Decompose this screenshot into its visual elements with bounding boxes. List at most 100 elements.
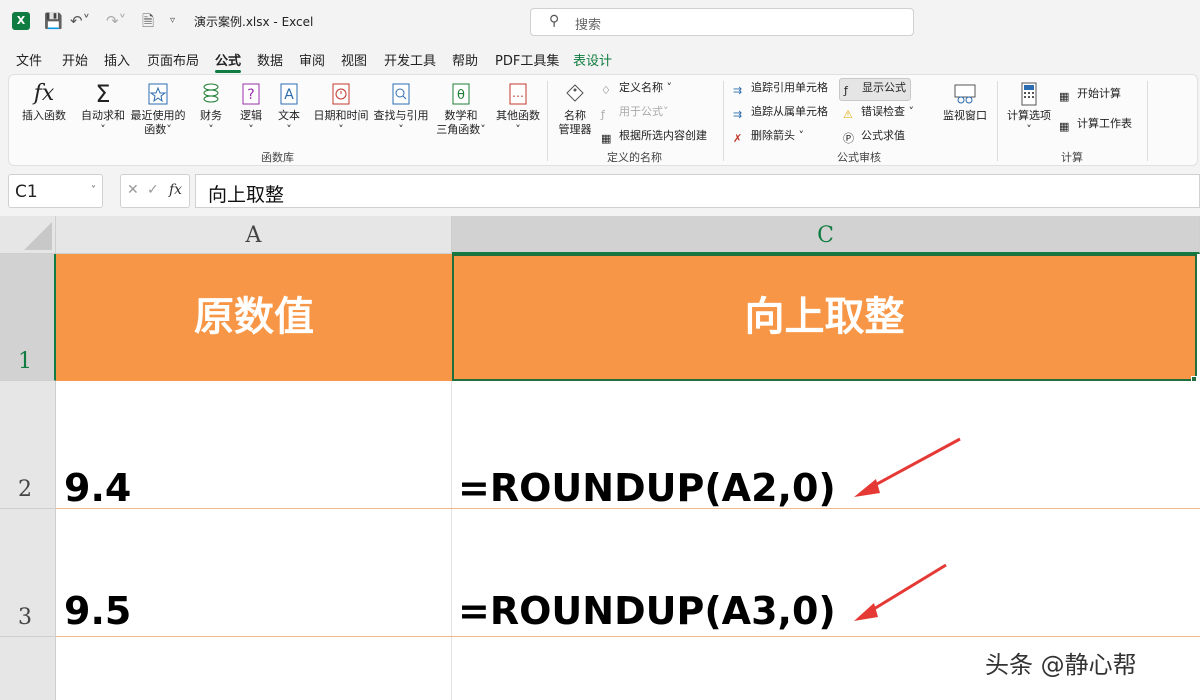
text-button[interactable]: A 文本 ˅	[271, 81, 307, 137]
calculation-options-button[interactable]: 计算选项 ˅	[1003, 81, 1055, 137]
financial-button[interactable]: 财务 ˅	[193, 81, 229, 137]
insert-function-label: 插入函数	[22, 109, 66, 122]
trace-precedents-button[interactable]: ⇉ 追踪引用单元格	[733, 81, 828, 98]
cell-c2[interactable]: =ROUNDUP(A2,0)	[458, 466, 836, 510]
calculate-sheet-button[interactable]: ▦ 计算工作表	[1059, 117, 1132, 134]
spreadsheet-grid[interactable]: A C 1 2 3 原数值 向上取整 9.4 =ROUNDUP(A2,0) 9.…	[0, 216, 1200, 700]
menu-file[interactable]: 文件	[16, 50, 42, 69]
column-header-c[interactable]: C	[452, 216, 1200, 254]
search-box[interactable]: ⚲ 搜索	[530, 8, 914, 36]
error-checking-label: 错误检查	[861, 105, 905, 118]
trace-dependents-label: 追踪从属单元格	[751, 105, 828, 118]
menu-developer[interactable]: 开发工具	[384, 50, 436, 69]
fx-small-icon: ƒ	[601, 108, 605, 121]
trace-precedents-label: 追踪引用单元格	[751, 81, 828, 94]
calculate-now-button[interactable]: ▦ 开始计算	[1059, 87, 1121, 104]
evaluate-formula-icon: Ⓟ	[843, 132, 854, 145]
math-trig-label-2: 三角函数	[436, 123, 481, 136]
math-trig-label: 数学和	[444, 109, 478, 122]
svg-text:θ: θ	[457, 88, 465, 103]
calculate-now-label: 开始计算	[1077, 87, 1121, 100]
date-time-button[interactable]: 日期和时间 ˅	[309, 81, 373, 137]
cell-a1[interactable]: 原数值	[56, 254, 452, 381]
menu-table-design[interactable]: 表设计	[573, 50, 612, 69]
select-all-button[interactable]	[0, 216, 56, 254]
cell-a2[interactable]: 9.4	[64, 466, 131, 510]
ribbon-separator	[1147, 81, 1148, 161]
insert-function-button[interactable]: fx 插入函数	[17, 81, 71, 123]
row-header-2[interactable]: 2	[0, 381, 56, 509]
menu-home[interactable]: 开始	[62, 50, 88, 69]
autosum-button[interactable]: Σ 自动求和 ˅	[77, 81, 129, 137]
search-placeholder: 搜索	[575, 18, 602, 33]
remove-arrows-button[interactable]: ✗ 删除箭头 ˅	[733, 129, 804, 146]
error-checking-button[interactable]: ⚠ 错误检查 ˅	[843, 105, 914, 122]
menu-formulas[interactable]: 公式	[215, 50, 241, 69]
name-manager-label-2: 管理器	[558, 123, 592, 136]
menu-review[interactable]: 审阅	[299, 50, 325, 69]
name-box[interactable]: C1 ˅	[8, 174, 103, 208]
lookup-reference-button[interactable]: 查找与引用 ˅	[371, 81, 431, 137]
financial-label: 财务	[200, 109, 222, 122]
undo-icon[interactable]: ↶˅	[70, 12, 90, 30]
logical-button[interactable]: ? 逻辑 ˅	[233, 81, 269, 137]
warning-icon: ⚠	[843, 108, 853, 121]
show-formulas-label: 显示公式	[862, 81, 906, 94]
more-functions-button[interactable]: … 其他函数 ˅	[491, 81, 545, 137]
evaluate-formula-button[interactable]: Ⓟ 公式求值	[843, 129, 905, 146]
calculator-small-icon: ▦	[1059, 90, 1070, 103]
annotation-arrow-icon	[854, 563, 947, 621]
svg-text:…: …	[512, 86, 524, 100]
question-book-icon: ?	[242, 83, 260, 105]
create-from-selection-label: 根据所选内容创建	[619, 129, 707, 142]
create-from-selection-button[interactable]: ▦ 根据所选内容创建	[601, 129, 707, 146]
row-header-1[interactable]: 1	[0, 254, 56, 381]
document-icon[interactable]: 🗎	[142, 12, 154, 30]
customize-quick-access-icon[interactable]: ▿	[170, 12, 175, 30]
trace-dependents-button[interactable]: ⇉ 追踪从属单元格	[733, 105, 828, 122]
column-header-a[interactable]: A	[56, 216, 452, 254]
use-in-formula-button[interactable]: ƒ 用于公式˅	[601, 105, 669, 122]
menu-page-layout[interactable]: 页面布局	[147, 50, 199, 69]
active-tab-indicator	[215, 70, 241, 73]
cell-c3[interactable]: =ROUNDUP(A3,0)	[458, 589, 836, 633]
row-header-3[interactable]: 3	[0, 509, 56, 637]
calculator-icon	[1021, 82, 1037, 106]
recently-used-label-2: 函数	[144, 123, 167, 136]
fill-handle[interactable]	[1191, 376, 1197, 382]
redo-icon[interactable]: ↷˅	[106, 12, 126, 30]
menu-data[interactable]: 数据	[257, 50, 283, 69]
math-trig-button[interactable]: θ 数学和 三角函数˅	[431, 81, 491, 137]
magnifier-book-icon	[392, 83, 410, 105]
row-header-4[interactable]	[0, 637, 56, 700]
trace-dependents-icon: ⇉	[733, 108, 743, 121]
calculation-group-label: 计算	[1061, 151, 1083, 164]
menu-view[interactable]: 视图	[341, 50, 367, 69]
chevron-down-icon[interactable]: ˅	[91, 185, 96, 196]
define-name-button[interactable]: ♢ 定义名称 ˅	[601, 81, 672, 98]
name-manager-button[interactable]: 名称 管理器	[553, 81, 597, 137]
ribbon-separator	[723, 81, 724, 161]
menu-insert[interactable]: 插入	[104, 50, 130, 69]
cell-c1[interactable]: 向上取整	[452, 254, 1197, 381]
cancel-icon[interactable]: ✕	[127, 182, 139, 198]
watch-window-button[interactable]: 监视窗口	[937, 81, 993, 123]
glasses-icon	[954, 84, 976, 104]
theta-book-icon: θ	[452, 83, 470, 105]
enter-icon[interactable]: ✓	[147, 182, 159, 198]
menu-help[interactable]: 帮助	[452, 50, 478, 69]
define-name-label: 定义名称	[619, 81, 663, 94]
recently-used-label: 最近使用的	[130, 109, 186, 122]
insert-function-icon[interactable]: fx	[169, 182, 182, 198]
calculation-options-label: 计算选项	[1007, 109, 1051, 122]
save-icon[interactable]: 💾	[44, 12, 63, 30]
show-formulas-button[interactable]: ƒ 显示公式	[839, 78, 911, 101]
logical-label: 逻辑	[240, 109, 262, 122]
formula-input[interactable]: 向上取整	[195, 174, 1200, 208]
text-book-icon: A	[280, 83, 298, 105]
menu-pdf-tools[interactable]: PDF工具集	[495, 50, 559, 69]
remove-arrows-label: 删除箭头	[751, 129, 795, 142]
cell-a3[interactable]: 9.5	[64, 589, 131, 633]
excel-logo-icon: X	[12, 12, 30, 30]
recently-used-button[interactable]: 最近使用的 函数˅	[127, 81, 189, 137]
